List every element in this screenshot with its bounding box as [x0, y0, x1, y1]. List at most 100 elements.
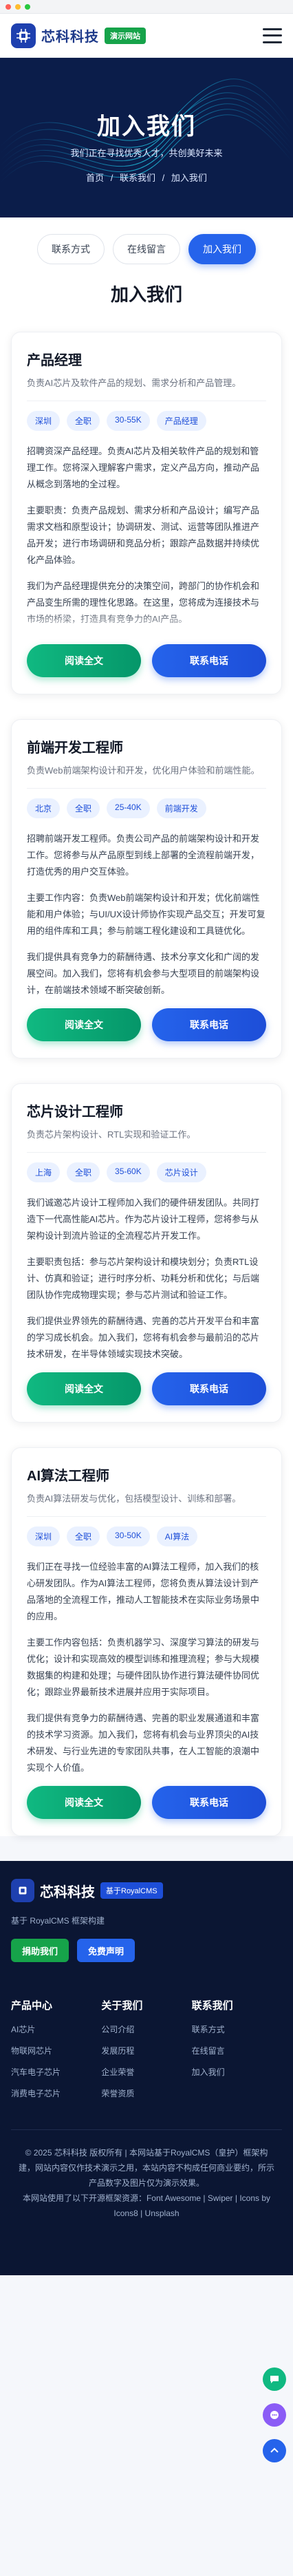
job-paragraph: 主要职责：负责产品规划、需求分析和产品设计；编写产品需求文档和原型设计；协调研发…: [27, 505, 260, 565]
job-title: AI算法工程师: [27, 1469, 109, 1484]
location-tag: 北京: [27, 798, 61, 818]
footer-link[interactable]: 汽车电子芯片: [11, 2066, 101, 2078]
job-paragraph: 我们正在寻找一位经验丰富的AI算法工程师，加入我们的核心研发团队。作为AI算法工…: [27, 1562, 260, 1621]
chat-icon[interactable]: [263, 2367, 286, 2391]
donate-button[interactable]: 捐助我们: [11, 1939, 69, 1962]
job-summary: 负责AI芯片及软件产品的规划、需求分析和产品管理。: [27, 376, 266, 401]
footer-link[interactable]: 物联网芯片: [11, 2045, 101, 2056]
category-tag: 产品经理: [156, 411, 206, 431]
job-actions: 阅读全文 联系电话: [27, 1786, 266, 1819]
job-paragraph: 我们提供业界领先的薪酬待遇、完善的芯片开发平台和丰富的学习成长机会。加入我们，您…: [27, 1316, 260, 1359]
read-more-button[interactable]: 阅读全文: [27, 644, 141, 677]
job-actions: 阅读全文 联系电话: [27, 1372, 266, 1405]
brand-name: 芯科科技: [41, 30, 99, 45]
contact-phone-button[interactable]: 联系电话: [152, 1008, 266, 1041]
category-tag: 芯片设计: [156, 1162, 206, 1182]
floating-actions: [263, 2367, 286, 2462]
job-tags: 深圳 全职 30-50K AI算法: [27, 1526, 266, 1546]
minimize-window-dot[interactable]: [15, 3, 21, 10]
footer-brand: 芯科科技 基于RoyalCMS: [11, 1879, 282, 1902]
footer-column-products: 产品中心 AI芯片 物联网芯片 汽车电子芯片 消费电子芯片: [11, 1998, 101, 2109]
logo-icon: [11, 23, 36, 48]
read-more-button[interactable]: 阅读全文: [27, 1786, 141, 1819]
location-tag: 深圳: [27, 1526, 61, 1546]
job-paragraph: 招聘前端开发工程师。负责公司产品的前端架构设计和开发工作。您将参与从产品原型到线…: [27, 833, 260, 877]
job-tags: 上海 全职 35-60K 芯片设计: [27, 1162, 266, 1182]
sub-nav-tabs: 联系方式 在线留言 加入我们: [0, 217, 293, 281]
tab-online-message[interactable]: 在线留言: [113, 234, 180, 264]
type-tag: 全职: [67, 1526, 100, 1546]
footer-column-title: 产品中心: [11, 2000, 53, 2012]
footer-link[interactable]: 联系方式: [192, 2023, 282, 2035]
salary-tag: 35-60K: [107, 1162, 150, 1182]
breadcrumb: 首页 / 联系我们 / 加入我们: [0, 171, 293, 184]
tab-join-us[interactable]: 加入我们: [188, 234, 256, 264]
contact-phone-button[interactable]: 联系电话: [152, 1786, 266, 1819]
footer-column-title: 关于我们: [101, 2000, 143, 2012]
job-title: 产品经理: [27, 353, 82, 368]
disclaimer-button[interactable]: 免费声明: [77, 1939, 135, 1962]
breadcrumb-separator: /: [110, 173, 113, 183]
read-more-button[interactable]: 阅读全文: [27, 1372, 141, 1405]
footer-link[interactable]: 公司介绍: [101, 2023, 191, 2035]
section-title: 加入我们: [0, 281, 293, 322]
read-more-button[interactable]: 阅读全文: [27, 1008, 141, 1041]
cms-badge: 基于RoyalCMS: [100, 1882, 163, 1899]
maximize-window-dot[interactable]: [25, 3, 30, 10]
contact-phone-button[interactable]: 联系电话: [152, 644, 266, 677]
hero-subtitle: 我们正在寻找优秀人才，共创美好未来: [70, 148, 223, 158]
menu-icon[interactable]: [263, 28, 282, 43]
location-tag: 深圳: [27, 411, 61, 431]
job-summary: 负责芯片架构设计、RTL实现和验证工作。: [27, 1127, 266, 1153]
breadcrumb-current: 加入我们: [171, 173, 207, 183]
footer-columns: 产品中心 AI芯片 物联网芯片 汽车电子芯片 消费电子芯片 关于我们 公司介绍 …: [11, 1998, 282, 2130]
salary-tag: 30-50K: [107, 1526, 150, 1546]
footer-column-title: 联系我们: [191, 2000, 233, 2012]
job-paragraph: 招聘资深产品经理。负责AI芯片及相关软件产品的规划和管理工作。您将深入理解客户需…: [27, 446, 260, 489]
job-summary: 负责AI算法研发与优化，包括模型设计、训练和部署。: [27, 1491, 266, 1517]
job-paragraph: 我们提供有竞争力的薪酬待遇、完善的职业发展通道和丰富的技术学习资源。加入我们，您…: [27, 1713, 260, 1773]
category-tag: AI算法: [156, 1526, 198, 1546]
credits-text: 本网站使用了以下开源框架资源：Font Awesome | Swiper | I…: [22, 2193, 271, 2218]
site-header: 芯科科技 演示网站: [0, 14, 293, 58]
job-tags: 北京 全职 25-40K 前端开发: [27, 798, 266, 818]
contact-phone-button[interactable]: 联系电话: [152, 1372, 266, 1405]
footer-link[interactable]: 加入我们: [192, 2066, 282, 2078]
scroll-top-icon[interactable]: [263, 2439, 286, 2462]
footer-column-contact: 联系我们 联系方式 在线留言 加入我们: [192, 1998, 282, 2109]
close-window-dot[interactable]: [6, 3, 11, 10]
footer-column-about: 关于我们 公司介绍 发展历程 企业荣誉 荣誉资质: [101, 1998, 191, 2109]
brand[interactable]: 芯科科技 演示网站: [11, 23, 146, 48]
message-icon[interactable]: [263, 2403, 286, 2427]
footer-link[interactable]: AI芯片: [11, 2023, 101, 2035]
job-paragraph: 我们提供具有竞争力的薪酬待遇、技术分享文化和广阔的发展空间。加入我们，您将有机会…: [27, 952, 260, 995]
type-tag: 全职: [67, 1162, 100, 1182]
breadcrumb-home[interactable]: 首页: [86, 173, 104, 183]
job-paragraph: 我们诚邀芯片设计工程师加入我们的硬件研发团队。共同打造下一代高性能AI芯片。作为…: [27, 1197, 260, 1241]
footer-buttons: 捐助我们 免费声明: [11, 1939, 282, 1962]
site-footer: 芯科科技 基于RoyalCMS 基于 RoyalCMS 框架构建 捐助我们 免费…: [0, 1861, 293, 2275]
job-summary: 负责Web前端架构设计和开发，优化用户体验和前端性能。: [27, 763, 266, 789]
copyright: © 2025 芯科科技 版权所有 | 本网站基于RoyalCMS（皇护）框架构建…: [11, 2130, 282, 2221]
footer-link[interactable]: 发展历程: [101, 2045, 191, 2056]
job-paragraph: 我们为产品经理提供充分的决策空间，跨部门的协作机会和产品变生所需的理性化思路。在…: [27, 581, 260, 624]
footer-description: 基于 RoyalCMS 框架构建: [11, 1916, 105, 1926]
footer-link[interactable]: 在线留言: [192, 2045, 282, 2056]
copyright-text: © 2025 芯科科技 版权所有 | 本网站基于RoyalCMS（皇护）框架构建…: [18, 2148, 274, 2188]
browser-chrome: [0, 0, 293, 14]
salary-tag: 30-55K: [107, 411, 150, 431]
salary-tag: 25-40K: [107, 798, 150, 818]
breadcrumb-contact[interactable]: 联系我们: [120, 173, 155, 183]
footer-link[interactable]: 消费电子芯片: [11, 2087, 101, 2099]
type-tag: 全职: [67, 798, 100, 818]
location-tag: 上海: [27, 1162, 61, 1182]
collapsed-text: 我们为产品经理提供充分的决策空间，跨部门的协作机会和产品变生所需的理性化思路。在…: [27, 578, 266, 637]
page: 芯科科技 演示网站 加入我们 我们正在寻找优秀人才，共创美好未来 首页 / 联系…: [0, 0, 293, 2576]
job-list: 产品经理 负责AI芯片及软件产品的规划、需求分析和产品管理。 深圳 全职 30-…: [0, 322, 293, 1836]
job-tags: 深圳 全职 30-55K 产品经理: [27, 411, 266, 431]
tab-contact-info[interactable]: 联系方式: [37, 234, 105, 264]
footer-link[interactable]: 荣誉资质: [101, 2087, 191, 2099]
job-title: 芯片设计工程师: [27, 1105, 123, 1120]
footer-link[interactable]: 企业荣誉: [101, 2066, 191, 2078]
type-tag: 全职: [67, 411, 100, 431]
